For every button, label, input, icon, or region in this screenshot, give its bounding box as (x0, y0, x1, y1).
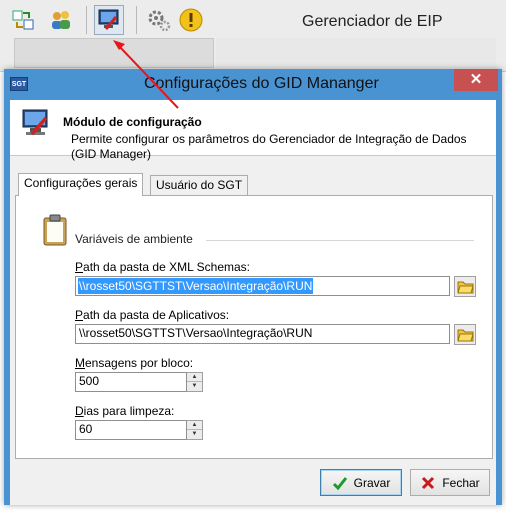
spin-down-icon[interactable]: ▼ (187, 382, 202, 391)
toolbar-separator (86, 6, 87, 34)
tab-configuracoes-gerais[interactable]: Configurações gerais (18, 173, 144, 196)
dialog-footer: Gravar Fechar (10, 459, 496, 505)
red-x-icon (422, 476, 435, 489)
spin-up-icon[interactable]: ▲ (187, 421, 202, 430)
config-icon[interactable] (94, 5, 124, 35)
app-path-label: Path da pasta de Aplicativos: (75, 308, 230, 322)
app-toolbar: Gerenciador de EIP (0, 0, 506, 72)
settings-gears-icon[interactable] (144, 5, 174, 35)
clipboard-icon (43, 214, 67, 246)
users-icon[interactable] (46, 5, 76, 35)
save-button-label: Gravar (353, 475, 391, 490)
close-button-label: Fechar (442, 475, 480, 490)
app-path-browse-button[interactable] (454, 324, 476, 345)
toolbar-separator (136, 6, 137, 34)
settings-dialog: SGT Configurações do GID Mananger ✕ Módu… (4, 69, 502, 505)
messages-stepper[interactable]: ▲ ▼ (187, 372, 203, 392)
dialog-titlebar[interactable]: SGT Configurações do GID Mananger ✕ (4, 69, 502, 100)
tab-panel: Variáveis de ambiente Path da pasta de X… (15, 195, 493, 459)
app-logo-icon: SGT (10, 77, 28, 91)
group-label: Variáveis de ambiente (75, 232, 193, 246)
config-module-icon (22, 109, 48, 136)
spin-down-icon[interactable]: ▼ (187, 430, 202, 439)
close-button[interactable]: Fechar (410, 469, 490, 496)
warning-icon[interactable] (176, 5, 206, 35)
header-title: Módulo de configuração (63, 115, 202, 129)
header-description: Permite configurar os parâmetros do Gere… (71, 132, 467, 161)
app-title: Gerenciador de EIP (302, 13, 443, 30)
dialog-title: Configurações do GID Mananger (144, 75, 379, 92)
folder-open-icon (456, 329, 474, 341)
messages-label: Mensagens por bloco: (75, 356, 194, 370)
group-divider (206, 240, 474, 241)
app-address-bar (14, 38, 214, 68)
xml-path-label: Path da pasta de XML Schemas: (75, 260, 251, 274)
messages-input[interactable]: 500 (75, 372, 187, 392)
dialog-header: Módulo de configuração Permite configura… (10, 100, 496, 161)
close-icon[interactable]: ✕ (454, 69, 498, 91)
save-button[interactable]: Gravar (320, 469, 402, 496)
cleanup-days-stepper[interactable]: ▲ ▼ (187, 420, 203, 440)
checkmark-icon (332, 476, 347, 490)
refresh-icon[interactable] (8, 5, 38, 35)
xml-path-browse-button[interactable] (454, 276, 476, 297)
cleanup-days-input[interactable]: 60 (75, 420, 187, 440)
app-path-field[interactable]: \\rosset50\SGTTST\Versao\Integração\RUN (75, 324, 450, 344)
xml-path-selected-text: \\rosset50\SGTTST\Versao\Integração\RUN (78, 278, 314, 294)
cleanup-days-label: Dias para limpeza: (75, 404, 175, 418)
tab-usuario-sgt[interactable]: Usuário do SGT (150, 175, 249, 195)
spin-up-icon[interactable]: ▲ (187, 373, 202, 382)
folder-open-icon (456, 281, 474, 293)
app-toolbar-area (216, 38, 496, 68)
